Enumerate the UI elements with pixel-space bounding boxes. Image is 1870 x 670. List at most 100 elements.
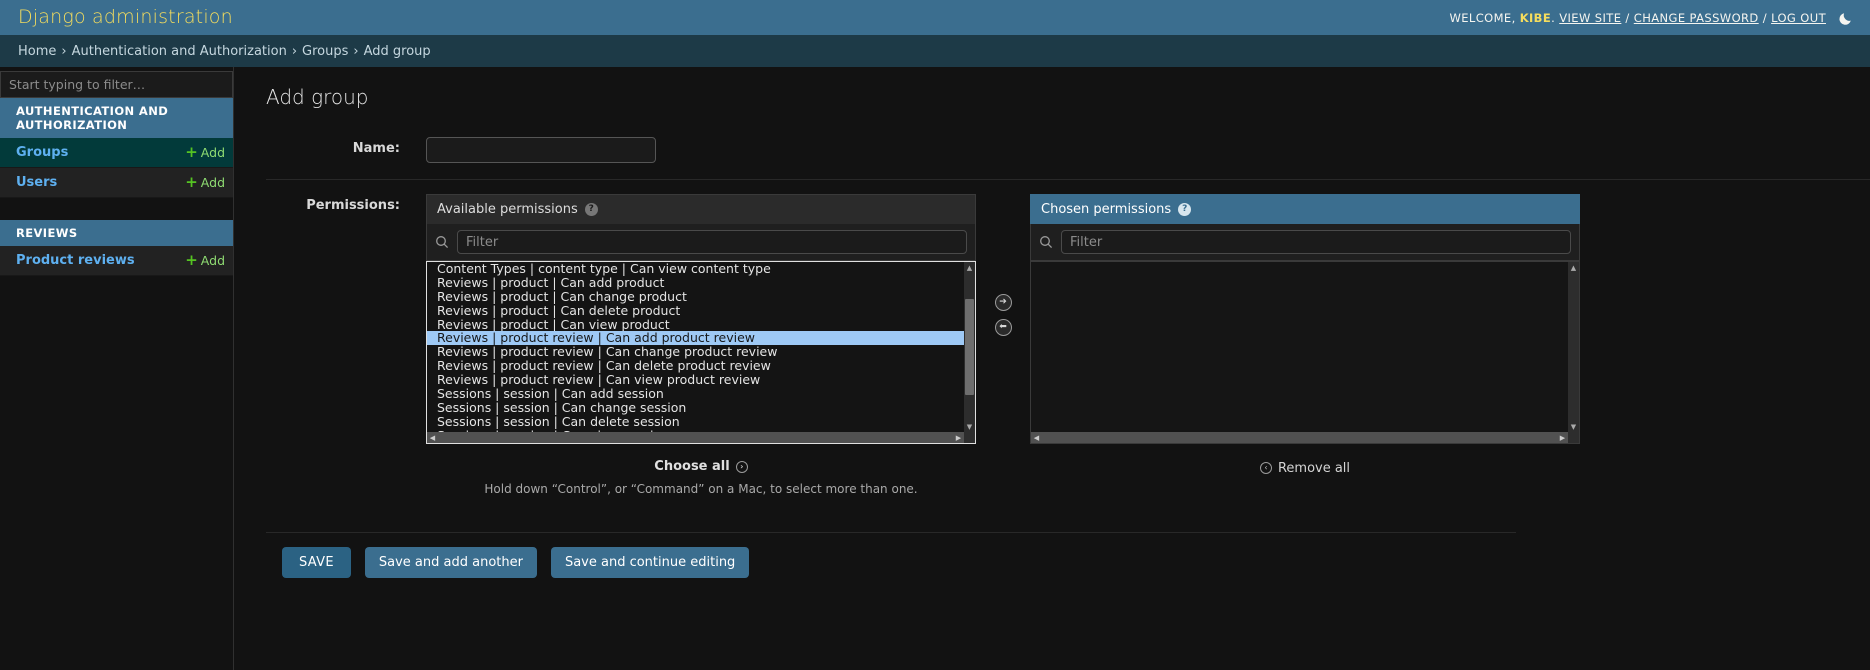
site-name[interactable]: Django administration [18, 6, 233, 28]
search-icon [1039, 235, 1053, 249]
available-permissions-panel: Available permissions ? Content Types | … [426, 194, 976, 496]
available-permissions-title: Available permissions [437, 202, 578, 217]
sidebar-item-users[interactable]: Users + Add [0, 168, 233, 199]
main-content: Add group Name: Permissions: Available p… [234, 67, 1870, 670]
permission-option[interactable]: Reviews | product | Can change product [427, 290, 964, 304]
scroll-left-icon[interactable]: ◀ [427, 432, 438, 443]
available-permissions-listbox[interactable]: Content Types | content type | Can view … [426, 261, 976, 444]
form-row-name: Name: [266, 137, 1870, 180]
save-button[interactable]: SAVE [282, 547, 351, 578]
plus-icon: + [185, 143, 198, 162]
permission-option[interactable]: Sessions | session | Can change session [427, 401, 964, 415]
choose-all-wrap: Choose all › Hold down “Control”, or “Co… [426, 444, 976, 496]
sidebar-item-groups-label[interactable]: Groups [16, 145, 68, 160]
branding: Django administration [18, 8, 233, 27]
nav-sidebar: AUTHENTICATION AND AUTHORIZATION Groups … [0, 67, 234, 670]
chosen-permissions-panel: Chosen permissions ? ▲ ▼ [1030, 194, 1580, 476]
available-permissions-heading: Available permissions ? [426, 194, 976, 224]
permission-option[interactable]: Sessions | session | Can add session [427, 387, 964, 401]
breadcrumb: Home › Authentication and Authorization … [0, 35, 1870, 67]
permission-option[interactable]: Reviews | product review | Can change pr… [427, 345, 964, 359]
moon-icon[interactable] [1838, 10, 1854, 26]
scrollbar-corner [964, 432, 975, 443]
remove-permission-button[interactable]: ⬅ [994, 319, 1012, 336]
save-and-add-another-button[interactable]: Save and add another [364, 547, 537, 578]
app-caption-reviews[interactable]: REVIEWS [0, 220, 233, 247]
scroll-right-icon[interactable]: ▶ [953, 432, 964, 443]
permission-option[interactable]: Reviews | product | Can delete product [427, 304, 964, 318]
add-permission-button[interactable]: ➔ [994, 294, 1012, 311]
question-mark-icon[interactable]: ? [584, 203, 598, 216]
sidebar-item-product-reviews[interactable]: Product reviews + Add [0, 246, 233, 277]
available-vertical-scrollbar[interactable]: ▲ ▼ [964, 262, 975, 432]
choose-all-button[interactable]: Choose all › [654, 459, 748, 474]
view-site-link[interactable]: VIEW SITE [1559, 11, 1621, 25]
permission-option[interactable]: Reviews | product | Can add product [427, 276, 964, 290]
sidebar-add-groups-label[interactable]: Add [201, 145, 225, 160]
breadcrumb-model[interactable]: Groups [302, 44, 348, 59]
remove-all-button[interactable]: ‹ Remove all [1259, 461, 1350, 476]
question-mark-icon[interactable]: ? [1178, 203, 1192, 216]
sidebar-item-users-label[interactable]: Users [16, 175, 57, 190]
breadcrumb-app[interactable]: Authentication and Authorization [72, 44, 287, 59]
sidebar-add-groups[interactable]: + Add [185, 143, 225, 162]
link-separator-2: / [1758, 10, 1772, 25]
name-input[interactable] [426, 137, 656, 163]
app-caption-auth[interactable]: AUTHENTICATION AND AUTHORIZATION [0, 98, 233, 139]
breadcrumb-separator: › [353, 43, 359, 59]
scrollbar-thumb[interactable] [965, 299, 974, 395]
breadcrumb-home[interactable]: Home [18, 44, 56, 59]
scroll-down-icon[interactable]: ▼ [1568, 421, 1579, 432]
plus-icon: + [185, 251, 198, 270]
permission-option[interactable]: Reviews | product review | Can view prod… [427, 373, 964, 387]
username-label: KIBE [1519, 10, 1552, 25]
user-tools: WELCOME, KIBE. VIEW SITE / CHANGE PASSWO… [1449, 10, 1854, 26]
scroll-down-icon[interactable]: ▼ [964, 421, 975, 432]
app-module-reviews: REVIEWS Product reviews + Add [0, 220, 233, 277]
chosen-permissions-title: Chosen permissions [1041, 202, 1172, 217]
choose-all-label: Choose all [654, 459, 730, 474]
permission-option[interactable]: Sessions | session | Can delete session [427, 415, 964, 429]
log-out-link[interactable]: LOG OUT [1771, 11, 1826, 25]
breadcrumb-separator: › [291, 43, 298, 59]
link-separator-1: / [1621, 10, 1634, 25]
scroll-up-icon[interactable]: ▲ [964, 262, 975, 273]
arrow-left-circle-icon: ‹ [1259, 462, 1272, 474]
chosen-permissions-list[interactable] [1031, 262, 1568, 432]
sidebar-add-product-reviews[interactable]: + Add [185, 251, 225, 270]
remove-all-wrap: ‹ Remove all [1030, 444, 1580, 476]
app-module-auth: AUTHENTICATION AND AUTHORIZATION Groups … [0, 98, 233, 199]
page-header: Django administration WELCOME, KIBE. VIE… [0, 0, 1870, 35]
sidebar-item-product-reviews-label[interactable]: Product reviews [16, 253, 135, 268]
form-row-permissions: Permissions: Available permissions ? Fil… [266, 194, 1870, 510]
permissions-selector: Available permissions ? Content Types | … [426, 194, 1580, 496]
submit-row: SAVE Save and add another Save and conti… [266, 532, 1516, 592]
permission-option[interactable]: Reviews | product review | Can delete pr… [427, 359, 964, 373]
save-and-continue-button[interactable]: Save and continue editing [550, 547, 750, 578]
sidebar-add-users-label[interactable]: Add [201, 175, 225, 190]
name-label: Name: [352, 141, 400, 156]
scroll-right-icon[interactable]: ▶ [1557, 432, 1568, 443]
sidebar-item-groups[interactable]: Groups + Add [0, 138, 233, 169]
welcome-text: WELCOME, [1449, 10, 1520, 25]
breadcrumb-separator: › [61, 43, 67, 59]
permission-option[interactable]: Reviews | product review | Can add produ… [427, 331, 964, 346]
available-permissions-list[interactable]: Content Types | content type | Can view … [427, 262, 964, 432]
available-horizontal-scrollbar[interactable]: ◀ ▶ [427, 432, 964, 443]
selector-chooser: ➔ ⬅ [976, 194, 1030, 336]
chosen-filter-input[interactable] [1061, 230, 1571, 254]
chosen-permissions-listbox[interactable]: ▲ ▼ ◀ ▶ [1030, 261, 1580, 444]
sidebar-filter-input[interactable] [0, 71, 233, 98]
scroll-left-icon[interactable]: ◀ [1031, 432, 1042, 443]
chosen-horizontal-scrollbar[interactable]: ◀ ▶ [1031, 432, 1568, 443]
available-filter-row [426, 224, 976, 261]
sidebar-add-product-reviews-label[interactable]: Add [201, 253, 225, 268]
chosen-vertical-scrollbar[interactable]: ▲ ▼ [1568, 262, 1579, 432]
available-filter-input[interactable] [457, 230, 967, 254]
sidebar-add-users[interactable]: + Add [185, 175, 225, 191]
permission-option[interactable]: Reviews | product | Can view product [427, 318, 964, 332]
permission-option[interactable]: Content Types | content type | Can view … [427, 262, 964, 276]
chosen-permissions-heading: Chosen permissions ? [1030, 194, 1580, 224]
scroll-up-icon[interactable]: ▲ [1568, 262, 1579, 273]
change-password-link[interactable]: CHANGE PASSWORD [1634, 11, 1759, 25]
